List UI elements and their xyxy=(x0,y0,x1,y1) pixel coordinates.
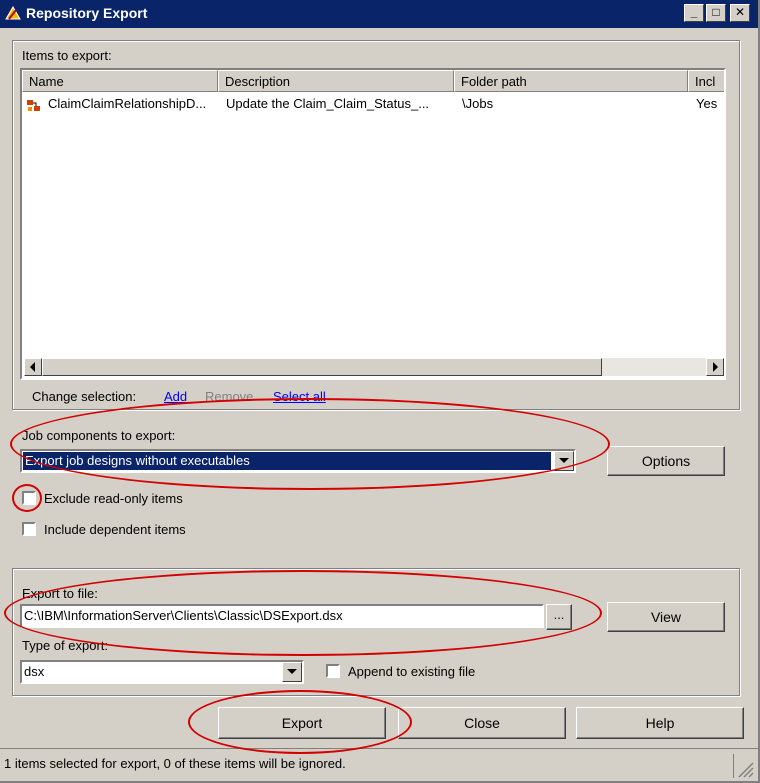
browse-button[interactable]: ... xyxy=(546,604,572,630)
type-of-export-value: dsx xyxy=(24,664,45,679)
column-header-included[interactable]: Incl xyxy=(688,70,724,92)
column-header-folder-path[interactable]: Folder path xyxy=(454,70,688,92)
options-button[interactable]: Options xyxy=(607,446,725,476)
type-dropdown-button[interactable] xyxy=(282,662,302,682)
items-list[interactable]: Name Description Folder path Incl ClaimC… xyxy=(20,68,726,380)
include-dependent-checkbox[interactable] xyxy=(22,522,36,536)
export-button[interactable]: Export xyxy=(218,707,386,739)
arrow-left-icon xyxy=(30,362,35,372)
row-name: ClaimClaimRelationshipD... xyxy=(48,96,207,111)
column-header-name[interactable]: Name xyxy=(22,70,218,92)
scroll-left-button[interactable] xyxy=(24,358,42,376)
horizontal-scrollbar[interactable] xyxy=(24,358,724,376)
job-components-value: Export job designs without executables xyxy=(23,452,551,470)
append-checkbox[interactable] xyxy=(326,664,340,678)
row-included: Yes xyxy=(696,96,718,111)
help-button[interactable]: Help xyxy=(576,707,744,739)
change-selection-label: Change selection: xyxy=(32,389,137,404)
close-button[interactable]: Close xyxy=(398,707,566,739)
chevron-down-icon xyxy=(559,458,569,463)
scroll-thumb[interactable] xyxy=(42,358,602,376)
scroll-right-button[interactable] xyxy=(706,358,724,376)
app-icon xyxy=(5,6,21,20)
type-of-export-select[interactable]: dsx xyxy=(20,660,304,684)
chevron-down-icon xyxy=(287,669,297,674)
include-dependent-label: Include dependent items xyxy=(44,522,186,537)
job-components-label: Job components to export: xyxy=(22,428,176,443)
status-text: 1 items selected for export, 0 of these … xyxy=(4,756,346,771)
exclude-readonly-checkbox[interactable] xyxy=(22,491,36,505)
remove-link[interactable]: Remove xyxy=(205,389,253,404)
minimize-button[interactable]: _ xyxy=(684,4,704,22)
window-title: Repository Export xyxy=(26,5,148,21)
export-to-file-label: Export to file: xyxy=(22,586,98,601)
add-link[interactable]: Add xyxy=(164,389,187,404)
view-button[interactable]: View xyxy=(607,602,725,632)
close-window-button[interactable]: ✕ xyxy=(730,4,750,22)
column-header-description[interactable]: Description xyxy=(218,70,454,92)
job-components-dropdown-button[interactable] xyxy=(554,451,574,471)
row-folder-path: \Jobs xyxy=(462,96,494,111)
job-components-select[interactable]: Export job designs without executables xyxy=(20,449,576,473)
arrow-right-icon xyxy=(713,362,718,372)
items-to-export-label: Items to export: xyxy=(22,48,112,63)
export-path-input[interactable]: C:\IBM\InformationServer\Clients\Classic… xyxy=(20,604,544,628)
maximize-button[interactable]: □ xyxy=(706,4,726,22)
append-label: Append to existing file xyxy=(348,664,476,679)
type-of-export-label: Type of export: xyxy=(22,638,108,653)
select-all-link[interactable]: Select all xyxy=(273,389,326,404)
resize-grip-icon[interactable] xyxy=(736,760,754,778)
job-icon xyxy=(27,100,40,111)
exclude-readonly-label: Exclude read-only items xyxy=(44,491,183,506)
row-description: Update the Claim_Claim_Status_... xyxy=(226,96,430,111)
